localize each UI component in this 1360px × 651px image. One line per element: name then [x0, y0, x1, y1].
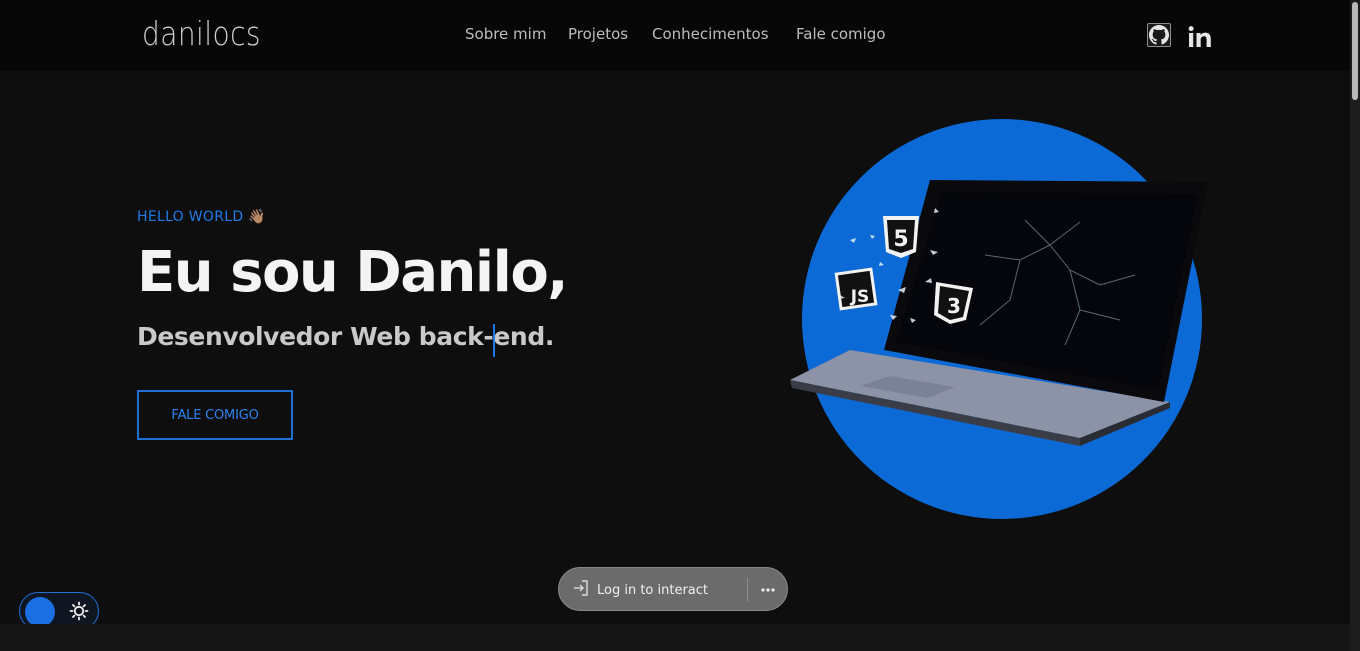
hero-headline: Eu sou Danilo, — [137, 240, 569, 305]
html5-badge: 5 — [883, 216, 919, 258]
nav-item-sobre-mim[interactable]: Sobre mim — [465, 25, 546, 43]
github-icon[interactable] — [1147, 23, 1171, 47]
fale-comigo-button[interactable]: FALE COMIGO — [137, 390, 293, 440]
hero-illustration: 5 JS 3 — [780, 110, 1220, 530]
sun-icon — [69, 601, 89, 621]
scrollbar-thumb[interactable] — [1352, 2, 1358, 100]
toggle-knob — [25, 597, 55, 627]
next-section-edge — [0, 624, 1350, 651]
nav-item-conhecimentos[interactable]: Conhecimentos — [652, 25, 769, 43]
login-button[interactable]: Log in to interact — [571, 578, 708, 602]
login-label: Log in to interact — [597, 582, 709, 598]
nav-item-projetos[interactable]: Projetos — [568, 25, 628, 43]
login-pill: Log in to interact — [558, 567, 788, 611]
logo[interactable]: danilocs — [142, 14, 261, 53]
typing-caret — [493, 324, 495, 357]
linkedin-icon[interactable] — [1187, 25, 1213, 49]
more-icon[interactable] — [758, 580, 778, 600]
pill-divider — [747, 578, 748, 602]
svg-text:JS: JS — [850, 287, 870, 307]
hero-subline: Desenvolvedor Web back-end. — [137, 322, 554, 351]
page: danilocs Sobre mim Projetos Conhecimento… — [0, 0, 1360, 651]
nav-item-fale-comigo[interactable]: Fale comigo — [796, 25, 886, 43]
hero-greeting: HELLO WORLD 👋🏽 — [137, 209, 266, 225]
login-icon — [571, 578, 591, 602]
svg-text:5: 5 — [893, 227, 908, 252]
js-badge: JS — [834, 267, 878, 311]
site-header: danilocs Sobre mim Projetos Conhecimento… — [0, 0, 1350, 71]
svg-text:3: 3 — [947, 294, 961, 318]
